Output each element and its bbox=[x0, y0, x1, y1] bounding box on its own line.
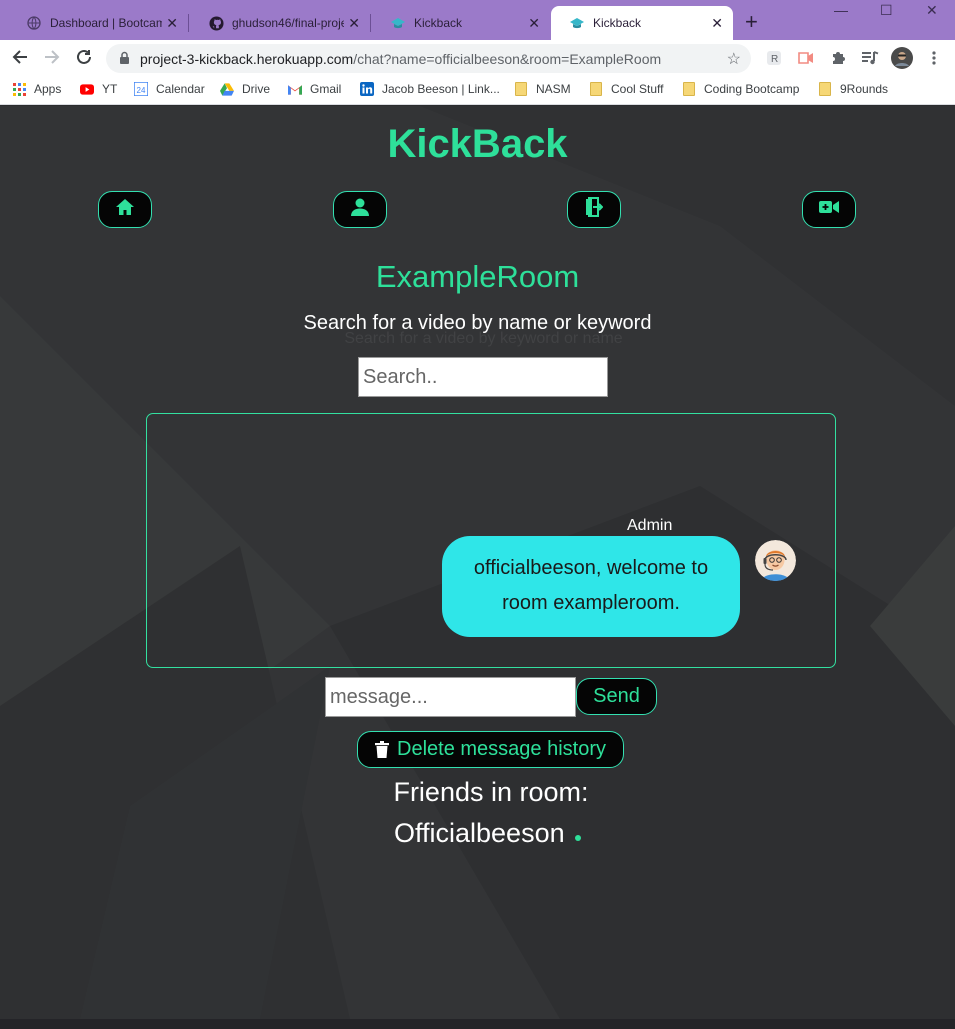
address-bar[interactable]: project-3-kickback.herokuapp.com/chat?na… bbox=[106, 44, 751, 73]
url-path: /chat?name=officialbeeson&room=ExampleRo… bbox=[353, 50, 662, 67]
bookmark-nasm[interactable]: NASM bbox=[514, 82, 571, 96]
leave-room-button[interactable] bbox=[567, 191, 621, 228]
bookmark-calendar[interactable]: 24 Calendar bbox=[134, 82, 205, 96]
browser-menu-icon[interactable] bbox=[925, 49, 943, 67]
online-status-dot bbox=[574, 834, 581, 841]
close-tab-icon[interactable]: ✕ bbox=[528, 15, 540, 31]
calendar-icon: 24 bbox=[134, 82, 148, 96]
tab-kickback-active[interactable]: Kickback ✕ bbox=[551, 6, 733, 40]
bookmark-star-icon[interactable]: ☆ bbox=[727, 49, 741, 69]
admin-avatar bbox=[755, 540, 796, 581]
bookmark-label: Cool Stuff bbox=[611, 82, 664, 96]
youtube-icon bbox=[80, 82, 94, 96]
apps-grid-icon bbox=[12, 82, 26, 96]
video-camera-icon bbox=[819, 200, 839, 219]
room-title: ExampleRoom bbox=[375, 259, 580, 294]
tab-title: Dashboard | Bootcamp bbox=[50, 16, 162, 30]
minimize-icon[interactable]: — bbox=[834, 2, 848, 18]
gmail-icon bbox=[288, 82, 302, 96]
search-hint-text: Search for a video by keyword or name bbox=[344, 330, 623, 347]
video-button[interactable] bbox=[802, 191, 856, 228]
page-bottom-bar bbox=[0, 1019, 955, 1029]
tab-title: Kickback bbox=[593, 16, 642, 30]
calendar-day: 24 bbox=[137, 86, 146, 95]
friend-name: Officialbeeson bbox=[394, 818, 565, 848]
message-input[interactable] bbox=[325, 677, 576, 717]
url-host: project-3-kickback.herokuapp.com bbox=[140, 50, 354, 67]
friend-item: Officialbeeson bbox=[394, 818, 581, 849]
video-search-input[interactable] bbox=[358, 357, 608, 397]
profile-avatar[interactable] bbox=[891, 47, 913, 69]
tab-divider bbox=[188, 14, 189, 32]
send-button[interactable]: Send bbox=[576, 678, 657, 715]
exit-door-icon bbox=[585, 197, 604, 222]
delete-history-label: Delete message history bbox=[397, 738, 606, 760]
bookmark-drive[interactable]: Drive bbox=[220, 82, 270, 96]
folder-icon bbox=[682, 82, 696, 96]
kickback-favicon bbox=[390, 15, 406, 31]
bookmark-label: Coding Bootcamp bbox=[704, 82, 800, 96]
back-arrow-icon[interactable] bbox=[11, 48, 29, 70]
tab-github[interactable]: ghudson46/final-proje ✕ bbox=[190, 6, 370, 40]
bookmark-label: Jacob Beeson | Link... bbox=[382, 82, 500, 96]
bookmark-yt[interactable]: YT bbox=[80, 82, 117, 96]
bookmark-label: NASM bbox=[536, 82, 571, 96]
delete-history-button[interactable]: Delete message history bbox=[357, 731, 624, 768]
message-text-line: room exampleroom. bbox=[502, 592, 680, 614]
user-icon bbox=[351, 198, 369, 221]
message-bubble: officialbeeson, welcome to room exampler… bbox=[442, 536, 740, 637]
trash-icon bbox=[375, 741, 389, 758]
extension-r-icon[interactable]: R bbox=[765, 49, 783, 67]
tab-kickback-1[interactable]: Kickback ✕ bbox=[372, 6, 550, 40]
drive-icon bbox=[220, 82, 234, 96]
close-tab-icon[interactable]: ✕ bbox=[348, 15, 360, 31]
bookmark-label: YT bbox=[102, 82, 118, 96]
linkedin-icon bbox=[360, 82, 374, 96]
brand-title: KickBack bbox=[387, 122, 568, 166]
tab-title: Kickback bbox=[414, 16, 463, 30]
browser-tab-strip: Dashboard | Bootcamp ✕ ghudson46/final-p… bbox=[0, 0, 955, 40]
friends-heading: Friends in room: bbox=[393, 777, 589, 807]
home-icon bbox=[115, 198, 135, 221]
reload-icon[interactable] bbox=[75, 48, 93, 70]
bookmark-coding-bootcamp[interactable]: Coding Bootcamp bbox=[682, 82, 799, 96]
bookmark-cool-stuff[interactable]: Cool Stuff bbox=[589, 82, 663, 96]
extension-screencast-icon[interactable] bbox=[797, 49, 815, 67]
bookmark-label: Calendar bbox=[156, 82, 205, 96]
home-button[interactable] bbox=[98, 191, 152, 228]
folder-icon bbox=[589, 82, 603, 96]
tab-title: ghudson46/final-proje bbox=[232, 16, 344, 30]
new-tab-plus-icon[interactable]: + bbox=[745, 10, 758, 34]
bookmark-gmail[interactable]: Gmail bbox=[288, 82, 341, 96]
media-queue-icon[interactable] bbox=[861, 49, 879, 67]
svg-text:R: R bbox=[771, 54, 778, 65]
bookmark-9rounds[interactable]: 9Rounds bbox=[818, 82, 888, 96]
folder-icon bbox=[514, 82, 528, 96]
message-sender: Admin bbox=[627, 517, 673, 534]
forward-arrow-icon[interactable] bbox=[43, 48, 61, 70]
bookmark-apps[interactable]: Apps bbox=[12, 82, 61, 96]
maximize-icon[interactable]: ☐ bbox=[880, 2, 893, 19]
github-icon bbox=[208, 15, 224, 31]
tab-divider bbox=[370, 14, 371, 32]
profile-button[interactable] bbox=[333, 191, 387, 228]
kickback-chat-page: KickBack ExampleRoom Search for a video … bbox=[0, 106, 955, 1019]
folder-icon bbox=[818, 82, 832, 96]
lock-icon bbox=[119, 51, 130, 68]
browser-toolbar: project-3-kickback.herokuapp.com/chat?na… bbox=[0, 40, 955, 76]
message-text-line: officialbeeson, welcome to bbox=[473, 557, 709, 579]
close-tab-icon[interactable]: ✕ bbox=[711, 15, 723, 31]
globe-icon bbox=[26, 15, 42, 31]
close-window-icon[interactable]: ✕ bbox=[926, 2, 938, 19]
bookmark-label: 9Rounds bbox=[840, 82, 889, 96]
tab-dashboard-bootcamp[interactable]: Dashboard | Bootcamp ✕ bbox=[8, 6, 188, 40]
bookmark-label: Apps bbox=[34, 82, 62, 96]
bookmarks-bar: Apps YT 24 Calendar Drive Gmail Jacob Be… bbox=[0, 76, 955, 105]
bookmark-label: Drive bbox=[242, 82, 271, 96]
close-tab-icon[interactable]: ✕ bbox=[166, 15, 178, 31]
bookmark-label: Gmail bbox=[310, 82, 342, 96]
kickback-favicon bbox=[569, 15, 585, 31]
extensions-puzzle-icon[interactable] bbox=[829, 49, 847, 67]
bookmark-linkedin[interactable]: Jacob Beeson | Link... bbox=[360, 82, 500, 96]
